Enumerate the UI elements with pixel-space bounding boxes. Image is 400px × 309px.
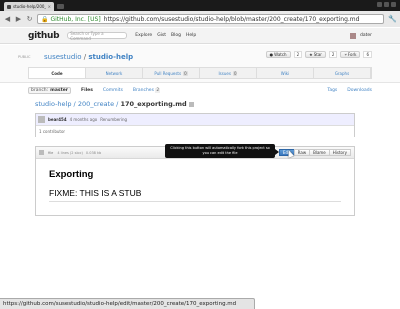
certificate-label: GitHub, Inc. [US] [50,15,101,23]
code-subnav: branch: master Files Commits Branches 2 T… [28,86,372,95]
commit-message[interactable]: Renumbering [100,117,127,122]
nav-blog[interactable]: Blog [171,33,181,38]
fork-icon: ⑂ [344,52,347,57]
pull-requests-count: 0 [183,70,188,76]
tab-pull-requests-label: Pull Requests [154,70,182,76]
content-heading: Exporting [49,169,94,180]
subnav-commits[interactable]: Commits [103,88,123,93]
commit-avatar[interactable] [38,116,45,123]
tab-issues[interactable]: Issues 0 [200,68,257,78]
repo-actions: ● Watch 2 ★ Star 2 ⑂ Fork 6 [265,51,372,58]
wrench-icon[interactable]: 🔧 [388,15,397,23]
star-button[interactable]: ★ Star [305,51,326,58]
search-input[interactable]: Search or Type a Command [67,31,128,41]
file-icon [39,150,44,155]
github-header: github Search or Type a Command Explore … [0,28,400,44]
nav-explore[interactable]: Explore [135,33,152,38]
repo-name-link[interactable]: studio-help [88,53,133,61]
close-icon[interactable]: × [48,4,51,9]
tab-network[interactable]: Network [86,68,143,78]
commit-header: bear454 4 months ago Renumbering [36,114,354,126]
commit-author[interactable]: bear454 [48,117,67,122]
minimize-icon[interactable] [377,2,382,7]
header-nav: Explore Gist Blog Help [135,33,196,38]
fork-count[interactable]: 6 [363,51,372,58]
file-content: Exporting FIXME: THIS IS A STUB [36,159,354,212]
subnav-files[interactable]: Files [81,88,93,93]
branch-label: branch: [31,88,49,93]
browser-tab[interactable]: studio-help/200_create/ × [4,2,54,11]
history-button[interactable]: History [328,149,351,156]
branches-count: 2 [155,88,161,93]
issues-count: 0 [232,70,238,76]
tab-pull-requests[interactable]: Pull Requests 0 [143,68,200,78]
url-text[interactable]: https://github.com/susestudio/studio-hel… [104,16,360,23]
subnav-right: Tags Downloads [327,88,372,93]
branch-name: master [50,88,68,93]
breadcrumb-dir[interactable]: 200_create [78,100,114,108]
fork-button[interactable]: ⑂ Fork [340,51,361,58]
commit-info: bear454 4 months ago Renumbering 1 contr… [35,113,355,137]
address-bar[interactable]: 🔒 GitHub, Inc. [US] https://github.com/s… [37,14,384,24]
content-text: FIXME: THIS IS A STUB [49,188,341,202]
star-label: Star [313,52,322,57]
github-logo[interactable]: github [28,31,60,41]
edit-tooltip: Clicking this button will automatically … [165,144,279,158]
file-size: 0.038 kb [85,150,102,155]
user-menu: dater [350,32,372,39]
breadcrumb: studio-help / 200_create / 170_exporting… [35,100,194,108]
star-count[interactable]: 2 [328,51,338,58]
contributors-count[interactable]: 1 contributor [36,126,354,137]
watch-label: Watch [274,52,287,57]
favicon-icon [7,4,11,9]
breadcrumb-file: 170_exporting.md [120,100,187,108]
tab-code[interactable]: Code [29,68,86,78]
file-mode: file [48,150,54,155]
subnav-downloads[interactable]: Downloads [347,88,372,93]
repo-owner-link[interactable]: susestudio [44,53,82,61]
lock-icon: 🔒 [41,15,49,23]
browser-toolbar: ◀ ▶ ↻ 🔒 GitHub, Inc. [US] https://github… [0,11,400,27]
tab-issues-label: Issues [218,70,231,76]
reload-icon[interactable]: ↻ [26,15,33,23]
tab-wiki[interactable]: Wiki [257,68,314,78]
status-bar: https://github.com/susestudio/studio-hel… [0,298,255,309]
back-icon[interactable]: ◀ [4,15,11,23]
repo-title-separator: / [83,53,87,61]
subnav-tags[interactable]: Tags [327,88,337,93]
nav-help[interactable]: Help [186,33,196,38]
commit-time: 4 months ago [69,117,98,122]
branch-selector[interactable]: branch: master [28,87,71,94]
forward-icon[interactable]: ▶ [15,15,22,23]
browser-chrome: studio-help/200_create/ × ◀ ▶ ↻ 🔒 GitHub… [0,0,400,27]
star-icon: ★ [309,52,313,57]
watch-button[interactable]: ● Watch [265,51,291,58]
breadcrumb-repo[interactable]: studio-help [35,100,71,108]
clipboard-icon[interactable] [188,101,194,107]
close-window-icon[interactable] [391,2,396,7]
eye-icon: ● [269,52,274,57]
tab-title: studio-help/200_create/ [13,4,46,9]
maximize-icon[interactable] [384,2,389,7]
subnav-branches-label: Branches [132,88,154,93]
raw-button[interactable]: Raw [293,149,311,156]
repo-title: susestudio / studio-help [44,53,133,61]
file-meta: 4 lines (2 sloc) 0.038 kb [57,151,101,155]
username[interactable]: dater [360,33,372,38]
subnav-branches[interactable]: Branches 2 [132,88,161,93]
watch-count[interactable]: 2 [293,51,303,58]
visibility-label: PUBLIC [18,55,31,59]
avatar[interactable] [350,32,356,39]
blame-button[interactable]: Blame [309,149,330,156]
tab-graphs[interactable]: Graphs [314,68,371,78]
repo-tabs: Code Network Pull Requests 0 Issues 0 Wiki… [28,67,372,79]
fork-label: Fork [347,52,357,57]
window-controls [377,2,396,7]
nav-gist[interactable]: Gist [157,33,166,38]
file-lines: 4 lines (2 sloc) [57,150,83,155]
new-tab-button[interactable] [57,4,64,9]
